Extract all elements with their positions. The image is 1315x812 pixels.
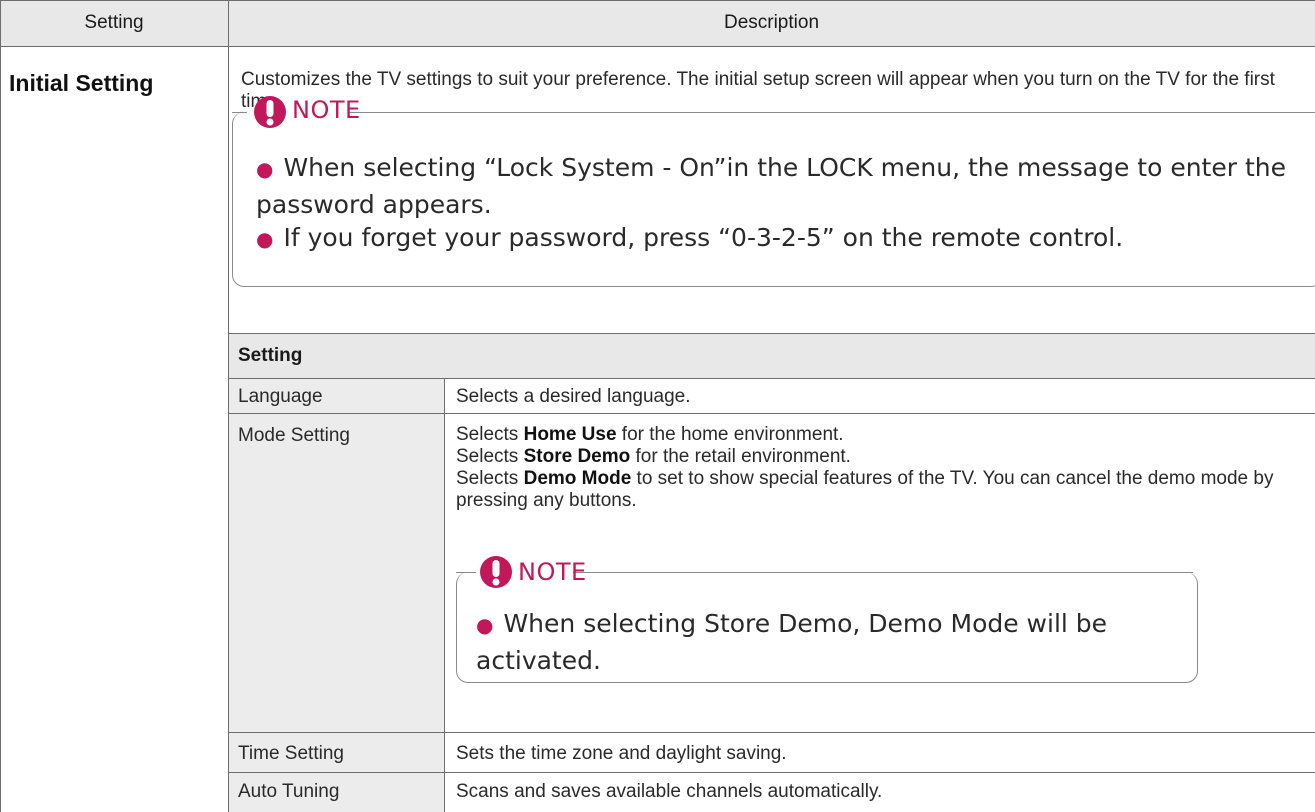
exclamation-icon bbox=[254, 96, 286, 128]
note-bullet: ● When selecting “Lock System - On”in the… bbox=[256, 153, 1286, 219]
header-description: Description bbox=[723, 12, 820, 33]
note-bullet: ● If you forget your password, press “0-3… bbox=[256, 223, 1124, 252]
mode-line-demo-mode: Selects Demo Mode to set to show special… bbox=[456, 468, 1274, 511]
initial-setting-description: Customizes the TV settings to suit your … bbox=[241, 69, 1275, 112]
setting-initial-setting: Initial Setting bbox=[9, 70, 154, 96]
subtable-row-time-label: Time Setting bbox=[238, 743, 344, 764]
mode-line-store-demo: Selects Store Demo for the retail enviro… bbox=[456, 446, 851, 467]
subtable-row-language-label: Language bbox=[238, 386, 323, 407]
settings-table: Setting Description Initial Setting Cust… bbox=[0, 0, 1315, 812]
note-title: NOTE bbox=[292, 96, 361, 124]
subtable-row-mode-label: Mode Setting bbox=[238, 425, 350, 446]
note-title: NOTE bbox=[518, 558, 587, 586]
subtable-row-auto-tuning-label: Auto Tuning bbox=[238, 781, 340, 802]
note-bullet: ● When selecting Store Demo, Demo Mode wi… bbox=[476, 609, 1108, 675]
header-setting: Setting bbox=[84, 12, 144, 33]
subtable-row-language-text: Selects a desired language. bbox=[456, 386, 691, 407]
exclamation-icon bbox=[480, 556, 512, 588]
subtable-row-auto-tuning-text: Scans and saves available channels autom… bbox=[456, 781, 883, 802]
mode-line-home-use: Selects Home Use for the home environmen… bbox=[456, 424, 844, 445]
subtable-header: Setting bbox=[238, 345, 303, 366]
subtable-row-time-text: Sets the time zone and daylight saving. bbox=[456, 743, 787, 764]
